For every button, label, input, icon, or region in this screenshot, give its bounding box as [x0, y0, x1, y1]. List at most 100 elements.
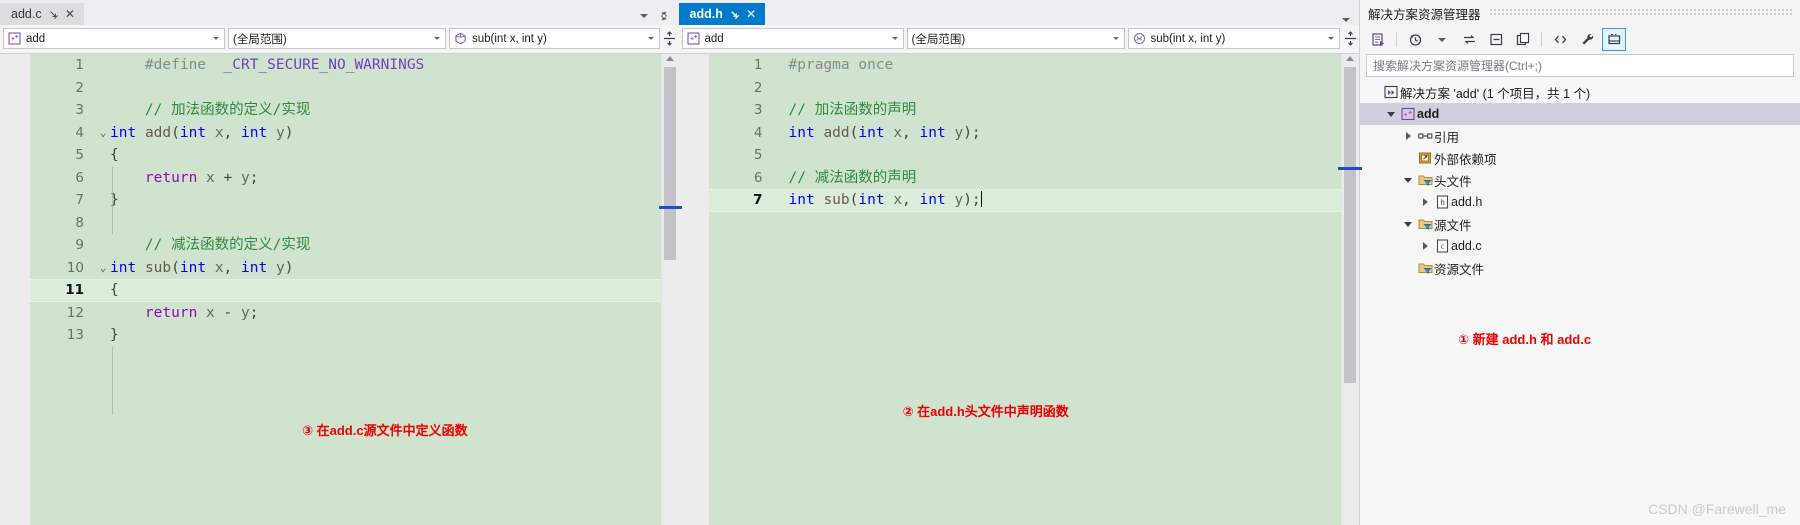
code-line[interactable]: 7} [30, 189, 661, 212]
code-line[interactable]: 4 ⌄ int add(int x, int y) [30, 122, 661, 145]
tree-item-引用[interactable]: 引用 [1360, 125, 1800, 147]
line-number: 5 [753, 147, 763, 163]
visual-studio-window: add.c ⇥ ✕ add (全局范围) sub(int x, int y) 1… [0, 0, 1800, 525]
code-line[interactable]: 5{ [30, 144, 661, 167]
sync-with-active-document-icon[interactable] [1457, 28, 1481, 51]
fold-collapse-icon[interactable]: ⌄ [96, 257, 110, 280]
close-icon[interactable]: ✕ [746, 7, 756, 21]
close-icon[interactable]: ✕ [65, 7, 75, 21]
code-text: { [110, 147, 119, 163]
references-icon [1416, 129, 1434, 143]
line-number: 2 [753, 79, 763, 96]
line-number: 7 [75, 192, 84, 208]
tree-item-add[interactable]: add [1360, 103, 1800, 125]
chevron-down-icon[interactable] [1328, 37, 1334, 40]
project-combo-right[interactable]: add [681, 28, 904, 49]
tree-item-资源文件[interactable]: 资源文件 [1360, 257, 1800, 279]
code-line[interactable]: 11 { [30, 279, 661, 302]
fold-collapse-icon[interactable]: ⌄ [96, 122, 110, 145]
code-text: } [110, 327, 119, 343]
code-line[interactable]: 6 return x + y; [30, 167, 661, 190]
member-combo-left[interactable]: sub(int x, int y) [449, 28, 660, 49]
tree-item-头文件[interactable]: 头文件 [1360, 169, 1800, 191]
solution-tree[interactable]: 解决方案 'add' (1 个项目，共 1 个) add 引用 外部依赖项 头文件 h ad… [1360, 77, 1800, 525]
chevron-down-icon[interactable] [891, 37, 898, 40]
filter-folder-icon [1416, 261, 1434, 275]
code-line[interactable]: 7 int sub(int x, int y); [708, 189, 1341, 212]
code-line[interactable]: 2 [30, 77, 661, 100]
scope-combo-right[interactable]: (全局范围) [906, 28, 1125, 49]
properties-wrench-icon[interactable] [1575, 28, 1599, 51]
code-area-right[interactable]: 1 #pragma once 2 3 // 加法函数的声明 4 int add(int x,… [708, 54, 1342, 525]
chevron-right-icon[interactable] [1417, 242, 1433, 250]
chevron-down-icon[interactable] [1112, 37, 1119, 40]
code-text: #define _CRT_SECURE_NO_WARNINGS [144, 57, 425, 73]
member-combo-right[interactable]: sub(int x, int y) [1127, 28, 1340, 49]
chevron-right-icon[interactable] [1417, 198, 1433, 206]
indent-guide [112, 347, 113, 415]
search-input[interactable]: 搜索解决方案资源管理器(Ctrl+;) [1366, 54, 1794, 77]
code-line[interactable]: 8 [30, 212, 661, 235]
pin-icon[interactable]: ⇥ [727, 6, 743, 22]
code-line[interactable]: 13} [30, 324, 661, 347]
search-placeholder: 搜索解决方案资源管理器(Ctrl+;) [1373, 59, 1542, 73]
line-number: 2 [75, 79, 84, 96]
code-text: // 加法函数的声明 [788, 102, 917, 118]
tree-item-外部依赖项[interactable]: 外部依赖项 [1360, 147, 1800, 169]
project-combo-left[interactable]: add [3, 28, 225, 49]
scrollbar-thumb[interactable] [663, 67, 676, 260]
scrollbar-thumb[interactable] [1344, 67, 1356, 383]
code-line[interactable]: 12 return x - y; [30, 302, 661, 325]
code-line[interactable]: 5 [709, 144, 1342, 167]
chevron-down-icon[interactable] [1400, 221, 1416, 227]
scope-combo-left[interactable]: (全局范围) [228, 28, 446, 49]
code-view-icon[interactable] [1548, 28, 1572, 51]
line-number: 11 [65, 282, 84, 298]
chevron-down-icon[interactable] [434, 37, 440, 40]
split-window-icon[interactable] [663, 30, 677, 47]
svg-text:c: c [1440, 242, 1445, 251]
code-line[interactable]: 4 int add(int x, int y); [709, 122, 1342, 145]
tree-item-add.c[interactable]: c add.c [1360, 235, 1800, 257]
vertical-scrollbar-left[interactable] [660, 54, 679, 525]
scroll-up-arrow-icon[interactable] [665, 56, 674, 61]
tree-item-add.h[interactable]: h add.h [1360, 191, 1800, 213]
chevron-down-icon[interactable] [1342, 18, 1350, 22]
chevron-right-icon[interactable] [1400, 132, 1416, 140]
code-line[interactable]: 1 #define _CRT_SECURE_NO_WARNINGS [30, 54, 661, 77]
home-view-icon[interactable] [1366, 28, 1390, 51]
show-all-files-icon[interactable] [1511, 28, 1535, 51]
history-dropdown-icon[interactable] [1430, 28, 1454, 51]
chevron-down-icon[interactable] [1383, 111, 1399, 117]
code-line[interactable]: 6 // 减法函数的声明 [709, 167, 1342, 190]
code-line[interactable]: 1 #pragma once [709, 54, 1342, 77]
chevron-down-icon[interactable] [639, 14, 648, 18]
tree-item-解决方案-add-1-个项目-共-1-个-[interactable]: 解决方案 'add' (1 个项目，共 1 个) [1360, 81, 1800, 103]
code-line[interactable]: 2 [709, 77, 1342, 100]
tab-label: add.h [689, 7, 723, 21]
code-line[interactable]: 3 // 加法函数的定义/实现 [30, 99, 661, 122]
chevron-down-icon[interactable] [647, 37, 654, 40]
chevron-down-icon[interactable] [213, 37, 219, 40]
tab-add-c[interactable]: add.c ⇥ ✕ [0, 3, 84, 25]
scroll-up-arrow-icon[interactable] [1346, 56, 1354, 61]
pin-icon[interactable]: ⇥ [45, 6, 61, 22]
collapse-all-icon[interactable] [1484, 28, 1508, 51]
drag-handle-dots[interactable] [1488, 9, 1792, 17]
tree-item-label: 解决方案 'add' (1 个项目，共 1 个) [1400, 86, 1591, 101]
code-line[interactable]: 9 // 减法函数的定义/实现 [30, 234, 661, 257]
code-line[interactable]: 3 // 加法函数的声明 [709, 99, 1342, 122]
tree-item-源文件[interactable]: 源文件 [1360, 213, 1800, 235]
history-icon[interactable] [1403, 28, 1427, 51]
toolbar-separator [1541, 32, 1542, 47]
split-window-icon[interactable] [1343, 30, 1357, 47]
chevron-down-icon[interactable] [1400, 177, 1416, 183]
code-line[interactable]: 10 ⌄ int sub(int x, int y) [30, 257, 661, 280]
code-area-left[interactable]: 1 #define _CRT_SECURE_NO_WARNINGS 2 3 // 加… [30, 54, 661, 525]
vertical-scrollbar-right[interactable] [1341, 54, 1359, 525]
preview-selected-items-icon[interactable] [1602, 28, 1626, 51]
code-text: // 加法函数的定义/实现 [144, 102, 311, 118]
line-number: 1 [753, 57, 763, 73]
tab-add-h[interactable]: add.h ⇥ ✕ [678, 3, 766, 25]
gear-icon[interactable] [658, 10, 670, 22]
